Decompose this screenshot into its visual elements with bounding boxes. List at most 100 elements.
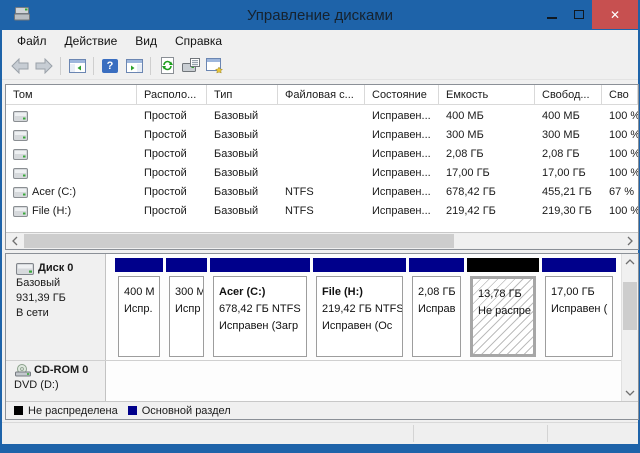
partition-name: File (H:) (322, 284, 400, 301)
primary-partition-swatch (128, 406, 137, 415)
partition-status: Исправен ( (551, 301, 610, 318)
disk-actions-button[interactable] (179, 54, 203, 78)
unallocated-swatch (14, 406, 23, 415)
partition-size: 300 М (175, 284, 201, 301)
titlebar[interactable]: Управление дисками ✕ (2, 0, 638, 30)
partition-header (467, 258, 539, 272)
disk0-type: Базовый (16, 276, 105, 291)
chevron-down-icon (625, 389, 635, 397)
column-header-layout[interactable]: Располо... (137, 85, 207, 104)
disk-icon (16, 263, 34, 275)
cdrom-name: CD-ROM 0 (34, 363, 88, 378)
help-button[interactable]: ? (98, 54, 122, 78)
menu-view[interactable]: Вид (126, 31, 166, 51)
scroll-up-button[interactable] (622, 254, 638, 270)
partition-status: Испр. (124, 301, 157, 318)
back-button[interactable] (8, 54, 32, 78)
table-row[interactable]: Простой Базовый Исправен... 400 МБ 400 М… (6, 105, 638, 124)
scroll-down-button[interactable] (622, 385, 638, 401)
vertical-scroll-thumb[interactable] (623, 282, 637, 330)
table-row[interactable]: Простой Базовый Исправен... 2,08 ГБ 2,08… (6, 143, 638, 162)
partition-status: Испр (175, 301, 201, 318)
table-row[interactable]: Простой Базовый Исправен... 17,00 ГБ 17,… (6, 162, 638, 181)
menu-action[interactable]: Действие (56, 31, 127, 51)
cdrom-panel[interactable]: CD-ROM 0 DVD (D:) (6, 363, 106, 393)
volume-icon (13, 187, 28, 198)
column-header-volume[interactable]: Том (6, 85, 137, 104)
partition-size: 13,78 ГБ (478, 286, 531, 303)
partition-size: 2,08 ГБ (418, 284, 458, 301)
partition-size: 400 М (124, 284, 157, 301)
column-header-filesystem[interactable]: Файловая с... (278, 85, 365, 104)
disk0-name: Диск 0 (38, 261, 73, 276)
menu-help[interactable]: Справка (166, 31, 231, 51)
toolbar: ? (2, 52, 638, 80)
column-header-type[interactable]: Тип (207, 85, 278, 104)
menubar: Файл Действие Вид Справка (2, 30, 638, 52)
refresh-button[interactable] (155, 54, 179, 78)
partition-unallocated[interactable]: 13,78 ГБ Не распре (467, 258, 539, 359)
table-row[interactable]: File (H:) Простой Базовый NTFS Исправен.… (6, 200, 638, 219)
statusbar (2, 422, 638, 444)
horizontal-scroll-thumb[interactable] (24, 234, 454, 248)
scroll-right-button[interactable] (621, 233, 638, 249)
toolbar-separator (93, 57, 94, 75)
cdrom-icon (14, 364, 32, 377)
legend-bar: Не распределена Основной раздел (6, 401, 638, 419)
column-header-capacity[interactable]: Емкость (439, 85, 535, 104)
partition-status: Исправен (Загр (219, 318, 304, 335)
show-console-tree-button[interactable] (65, 54, 89, 78)
volume-name: File (H:) (32, 205, 71, 217)
partition-size: 678,42 ГБ NTFS (219, 301, 304, 318)
partition-header (166, 258, 207, 272)
partition-17gb[interactable]: 17,00 ГБ Исправен ( (542, 258, 616, 359)
partition-recovery-400mb[interactable]: 400 М Испр. (115, 258, 163, 359)
partition-status: Исправен (Ос (322, 318, 400, 335)
minimize-button[interactable] (538, 0, 565, 29)
partition-size: 219,42 ГБ NTFS (322, 301, 400, 318)
graphical-view-pane: Диск 0 Базовый 931,39 ГБ В сети 400 М Ис… (5, 253, 639, 420)
statusbar-divider (547, 425, 548, 442)
scroll-left-button[interactable] (6, 233, 23, 249)
vertical-scrollbar[interactable] (621, 254, 638, 401)
legend-item-unallocated: Не распределена (14, 405, 118, 417)
partition-header (210, 258, 310, 272)
maximize-button[interactable] (565, 0, 592, 29)
column-header-free[interactable]: Свобод... (535, 85, 602, 104)
volume-icon (13, 149, 28, 160)
volume-icon (13, 168, 28, 179)
disk0-panel[interactable]: Диск 0 Базовый 931,39 ГБ В сети (6, 254, 105, 321)
legend-label: Не распределена (28, 405, 118, 417)
show-action-pane-button[interactable] (122, 54, 146, 78)
row-divider (6, 360, 621, 361)
partition-2gb[interactable]: 2,08 ГБ Исправ (409, 258, 464, 359)
partition-size: 17,00 ГБ (551, 284, 610, 301)
column-header-free-pct[interactable]: Сво (602, 85, 638, 104)
forward-arrow-icon (35, 58, 53, 74)
table-row[interactable]: Acer (C:) Простой Базовый NTFS Исправен.… (6, 181, 638, 200)
back-arrow-icon (11, 58, 29, 74)
partition-header (115, 258, 163, 272)
window-client-area: Управление дисками ✕ Файл Действие Вид С… (2, 0, 638, 444)
statusbar-divider (413, 425, 414, 442)
column-header-status[interactable]: Состояние (365, 85, 439, 104)
minimize-icon (547, 17, 557, 19)
forward-button[interactable] (32, 54, 56, 78)
volume-name: Acer (C:) (32, 186, 76, 198)
partition-file-h[interactable]: File (H:) 219,42 ГБ NTFS Исправен (Ос (313, 258, 406, 359)
maximize-icon (574, 10, 584, 19)
disk-management-window: Управление дисками ✕ Файл Действие Вид С… (0, 0, 640, 453)
volume-icon (13, 130, 28, 141)
disk-actions-icon (182, 58, 200, 74)
chevron-left-icon (11, 236, 19, 246)
partition-name: Acer (C:) (219, 284, 304, 301)
manage-window-button[interactable] (203, 54, 227, 78)
partition-acer-c[interactable]: Acer (C:) 678,42 ГБ NTFS Исправен (Загр (210, 258, 310, 359)
partition-efi-300mb[interactable]: 300 М Испр (166, 258, 207, 359)
horizontal-scrollbar[interactable] (6, 232, 638, 249)
partition-header (313, 258, 406, 272)
console-tree-icon (69, 59, 86, 73)
table-row[interactable]: Простой Базовый Исправен... 300 МБ 300 М… (6, 124, 638, 143)
menu-file[interactable]: Файл (8, 31, 56, 51)
close-button[interactable]: ✕ (592, 0, 638, 29)
